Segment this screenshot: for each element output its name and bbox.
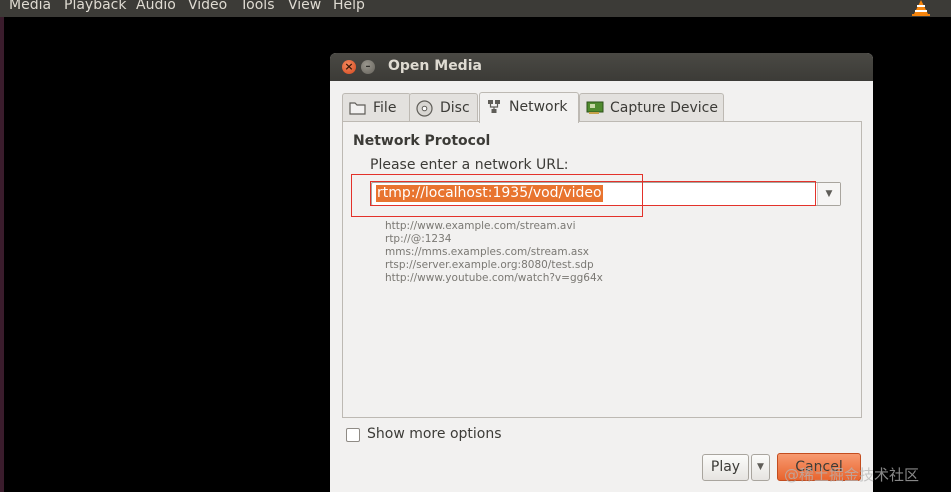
menu-tools[interactable]: Tools [240, 0, 275, 14]
play-options-chevron-icon[interactable]: ▼ [751, 454, 770, 481]
dialog-title: Open Media [388, 58, 482, 74]
menu-view[interactable]: View [288, 0, 321, 14]
example-url: http://www.example.com/stream.avi [385, 220, 576, 232]
menu-playback[interactable]: Playback [64, 0, 126, 14]
close-icon[interactable]: × [342, 60, 356, 74]
annotation-box [370, 181, 816, 206]
example-url: rtsp://server.example.org:8080/test.sdp [385, 259, 594, 271]
menubar: Media Playback Audio Video Tools View He… [0, 0, 951, 17]
capture-card-icon [586, 101, 604, 114]
tab-network[interactable]: Network [479, 92, 579, 123]
tab-disc[interactable]: Disc [409, 93, 478, 122]
example-url: http://www.youtube.com/watch?v=gg64x [385, 272, 603, 284]
example-url: rtp://@:1234 [385, 233, 452, 245]
network-icon [488, 100, 500, 113]
disc-icon [416, 100, 433, 117]
url-label: Please enter a network URL: [370, 157, 569, 173]
tab-disc-label: Disc [440, 100, 470, 116]
folder-icon [349, 102, 366, 115]
network-protocol-panel: Network Protocol Please enter a network … [342, 121, 862, 418]
watermark: @稀土掘金技术社区 [784, 466, 920, 484]
open-media-dialog: × – Open Media File Disc Network Capture… [330, 53, 873, 492]
tab-file-label: File [373, 100, 397, 116]
vlc-cone-icon [912, 0, 930, 16]
menu-help[interactable]: Help [333, 0, 365, 14]
menu-media[interactable]: Media [9, 0, 51, 14]
play-button[interactable]: Play [702, 454, 749, 481]
tab-capture-device[interactable]: Capture Device [579, 93, 724, 122]
minimize-icon[interactable]: – [361, 60, 375, 74]
menu-video[interactable]: Video [188, 0, 227, 14]
example-url: mms://mms.examples.com/stream.asx [385, 246, 590, 258]
tab-capture-device-label: Capture Device [610, 100, 718, 116]
group-title: Network Protocol [353, 133, 491, 149]
tab-file[interactable]: File [342, 93, 411, 122]
chevron-down-icon[interactable]: ▼ [817, 183, 840, 205]
show-more-options-checkbox[interactable] [346, 428, 360, 442]
tab-network-label: Network [509, 99, 568, 115]
show-more-options-label[interactable]: Show more options [367, 426, 502, 442]
menu-audio[interactable]: Audio [136, 0, 176, 14]
dialog-titlebar[interactable]: × – Open Media [330, 53, 873, 81]
